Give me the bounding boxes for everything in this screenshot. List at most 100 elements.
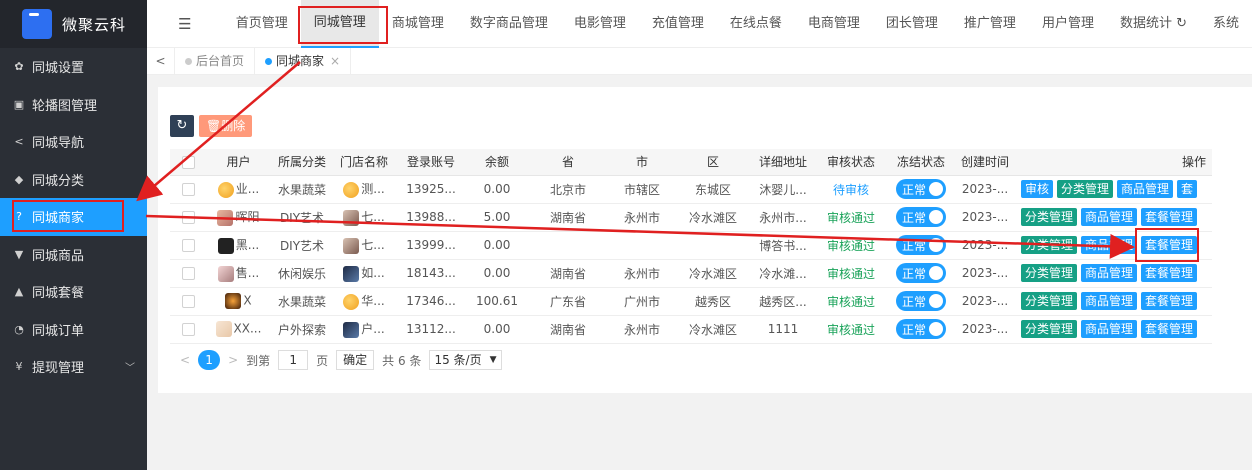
top-tab-0[interactable]: 首页管理 bbox=[223, 0, 301, 48]
package-manage-button[interactable]: 套餐管理 bbox=[1141, 208, 1198, 226]
row-select-cell[interactable] bbox=[170, 203, 206, 232]
sidebar-item-label: 提现管理 bbox=[32, 361, 85, 377]
column-header: 省 bbox=[527, 149, 609, 176]
next-page-icon[interactable]: > bbox=[228, 353, 238, 367]
page-number-input[interactable]: 1 bbox=[278, 350, 309, 370]
row-checkbox[interactable] bbox=[181, 211, 195, 224]
top-tab-10[interactable]: 用户管理 bbox=[1029, 0, 1107, 48]
top-tab-4[interactable]: 电影管理 bbox=[561, 0, 639, 48]
freeze-toggle[interactable]: 正常 bbox=[896, 263, 946, 283]
column-header: 门店名称 bbox=[333, 149, 395, 176]
category-manage-button[interactable]: 分类管理 bbox=[1057, 180, 1114, 198]
confirm-page-button[interactable]: 确定 bbox=[336, 350, 375, 370]
freeze-cell: 正常 bbox=[887, 315, 955, 344]
highlight-box-goods-button bbox=[1135, 228, 1199, 262]
freeze-toggle[interactable]: 正常 bbox=[896, 235, 946, 255]
row-select-cell[interactable] bbox=[170, 231, 206, 260]
merchant-table: 用户 所属分类 门店名称 登录账号 余额省市区详细地址 审核状态 冻结状态 创建时间 操作 业.… bbox=[170, 149, 1212, 344]
current-page-button[interactable]: 1 bbox=[198, 350, 221, 370]
row-checkbox[interactable] bbox=[181, 183, 195, 196]
select-all-checkbox[interactable] bbox=[181, 155, 195, 169]
operations-cell: 分类管理 商品管理 套餐管理 bbox=[1015, 287, 1212, 316]
sidebar-item-6[interactable]: ▲ 同城套餐 bbox=[0, 273, 147, 311]
category-cell: 户外探索 bbox=[271, 315, 333, 344]
store-avatar bbox=[343, 321, 360, 338]
store-avatar bbox=[343, 237, 360, 254]
tab-home[interactable]: 后台首页 bbox=[175, 47, 256, 75]
freeze-toggle[interactable]: 正常 bbox=[896, 319, 946, 339]
category-manage-button[interactable]: 分类管理 bbox=[1021, 236, 1078, 254]
tab-current-label: 同城商家 bbox=[276, 53, 325, 68]
freeze-toggle[interactable]: 正常 bbox=[896, 291, 946, 311]
package-manage-button[interactable]: 套餐管理 bbox=[1141, 320, 1198, 338]
top-tab-9[interactable]: 推广管理 bbox=[951, 0, 1029, 48]
top-tab-7[interactable]: 电商管理 bbox=[795, 0, 873, 48]
user-name: X bbox=[243, 293, 252, 308]
goods-manage-button[interactable]: 商品管理 bbox=[1081, 208, 1138, 226]
audit-status-cell: 审核通过 bbox=[815, 259, 887, 288]
sidebar-item-2[interactable]: < 同城导航 bbox=[0, 123, 147, 161]
sidebar-item-7[interactable]: ◔ 同城订单 bbox=[0, 311, 147, 349]
province-cell: 湖南省 bbox=[527, 259, 609, 288]
prev-page-icon[interactable]: < bbox=[180, 353, 190, 367]
freeze-toggle[interactable]: 正常 bbox=[896, 179, 946, 199]
store-name: 七... bbox=[361, 210, 385, 225]
top-tab-2[interactable]: 商城管理 bbox=[379, 0, 457, 48]
batch-delete-button[interactable]: 🗑删除 bbox=[199, 115, 253, 137]
sidebar-item-5[interactable]: ▼ 同城商品 bbox=[0, 236, 147, 274]
category-cell: DIY艺术 bbox=[271, 231, 333, 260]
top-tab-6[interactable]: 在线点餐 bbox=[717, 0, 795, 48]
top-tab-12[interactable]: 系统 bbox=[1200, 0, 1252, 48]
category-manage-button[interactable]: 分类管理 bbox=[1021, 320, 1078, 338]
goto-label: 到第 bbox=[246, 353, 271, 368]
balance-cell: 0.00 bbox=[467, 175, 527, 204]
row-select-cell[interactable] bbox=[170, 315, 206, 344]
store-cell: 户... bbox=[333, 315, 395, 344]
category-manage-button[interactable]: 分类管理 bbox=[1021, 264, 1078, 282]
goods-manage-button[interactable]: 商品管理 bbox=[1117, 180, 1174, 198]
row-select-cell[interactable] bbox=[170, 259, 206, 288]
user-cell: 黑... bbox=[206, 231, 271, 260]
top-tab-11[interactable]: 数据统计 ↻ bbox=[1107, 0, 1200, 48]
top-tab-5[interactable]: 充值管理 bbox=[639, 0, 717, 48]
row-select-cell[interactable] bbox=[170, 287, 206, 316]
row-checkbox[interactable] bbox=[181, 295, 195, 308]
trash-icon: 🗑 bbox=[206, 119, 222, 133]
package-manage-button[interactable]: 套餐管理 bbox=[1141, 292, 1198, 310]
province-cell bbox=[527, 231, 609, 260]
refresh-button[interactable]: ↻ bbox=[170, 115, 194, 137]
sidebar-item-label: 同城设置 bbox=[32, 61, 85, 77]
row-checkbox[interactable] bbox=[181, 239, 195, 252]
sidebar-item-label: 同城分类 bbox=[32, 173, 85, 189]
page-size-select[interactable]: 15 条/页 ▼ bbox=[429, 350, 502, 370]
sidebar-item-8[interactable]: ¥ 提现管理 ﹀ bbox=[0, 348, 147, 386]
category-manage-button[interactable]: 分类管理 bbox=[1021, 208, 1078, 226]
sidebar-item-0[interactable]: ✿ 同城设置 bbox=[0, 48, 147, 86]
select-all-header[interactable] bbox=[170, 149, 206, 176]
goods-manage-button[interactable]: 商品管理 bbox=[1081, 320, 1138, 338]
category-manage-button[interactable]: 分类管理 bbox=[1021, 292, 1078, 310]
goods-manage-button[interactable]: 商品管理 bbox=[1081, 292, 1138, 310]
audit-button[interactable]: 审核 bbox=[1021, 180, 1054, 198]
top-tab-8[interactable]: 团长管理 bbox=[873, 0, 951, 48]
user-avatar bbox=[217, 265, 234, 282]
tabs-back-icon[interactable]: < bbox=[147, 47, 175, 75]
row-select-cell[interactable] bbox=[170, 175, 206, 204]
store-cell: 如... bbox=[333, 259, 395, 288]
top-tab-3[interactable]: 数字商品管理 bbox=[457, 0, 561, 48]
district-cell: 冷水滩区 bbox=[675, 315, 751, 344]
sidebar-item-1[interactable]: ▣ 轮播图管理 bbox=[0, 86, 147, 124]
goods-manage-button[interactable]: 商品管理 bbox=[1081, 264, 1138, 282]
menu-toggle-icon[interactable]: ☰ bbox=[147, 15, 223, 33]
package-manage-button[interactable]: 套餐管理 bbox=[1141, 264, 1198, 282]
row-checkbox[interactable] bbox=[181, 323, 195, 336]
goods-manage-button[interactable]: 商品管理 bbox=[1081, 236, 1138, 254]
row-checkbox[interactable] bbox=[181, 267, 195, 280]
tab-current[interactable]: 同城商家 × bbox=[255, 47, 352, 75]
tab-close-icon[interactable]: × bbox=[330, 48, 340, 75]
gear-icon: ✿ bbox=[14, 60, 24, 74]
package-manage-button[interactable]: 套 bbox=[1177, 180, 1198, 198]
user-cell: XX... bbox=[206, 315, 271, 344]
freeze-toggle[interactable]: 正常 bbox=[896, 207, 946, 227]
sidebar-item-3[interactable]: ◆ 同城分类 bbox=[0, 161, 147, 199]
